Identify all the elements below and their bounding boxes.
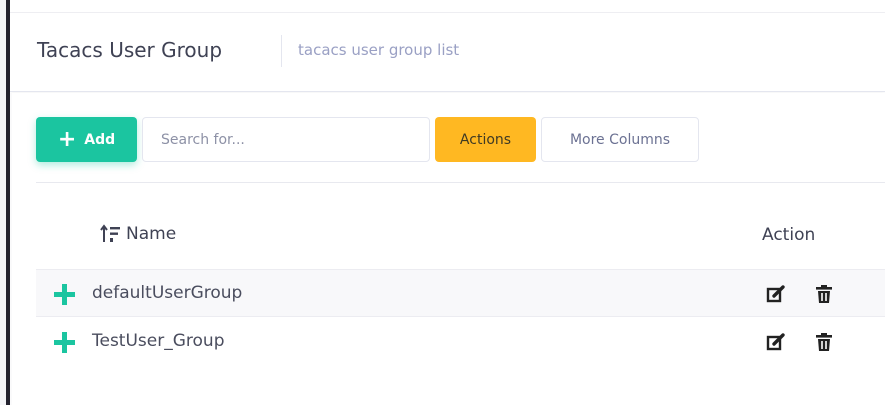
add-button-label: Add [84,131,116,148]
trash-icon[interactable] [814,332,834,352]
title-separator [281,35,282,67]
sort-icon [100,224,120,242]
edit-icon[interactable] [766,332,786,352]
table-row: TestUser_Group [36,318,885,366]
plus-icon[interactable] [52,282,76,306]
page-subtitle: tacacs user group list [298,41,460,59]
edit-icon[interactable] [766,284,786,304]
toolbar-divider [36,182,885,183]
add-button[interactable]: + Add [36,117,137,162]
plus-icon[interactable] [52,330,76,354]
row-name: defaultUserGroup [92,283,243,303]
search-input[interactable] [142,117,430,162]
plus-icon: + [57,126,77,152]
column-header-name[interactable]: Name [100,224,176,244]
row-name: TestUser_Group [92,331,225,351]
more-columns-button[interactable]: More Columns [541,117,699,162]
actions-button[interactable]: Actions [435,117,536,162]
more-columns-label: More Columns [569,131,671,148]
actions-button-label: Actions [459,131,512,148]
page-title: Tacacs User Group [37,38,223,62]
column-header-action: Action [762,225,816,245]
table-row: defaultUserGroup [36,269,885,317]
column-header-name-label: Name [126,224,177,244]
app-left-edge [0,0,10,405]
trash-icon[interactable] [814,284,834,304]
